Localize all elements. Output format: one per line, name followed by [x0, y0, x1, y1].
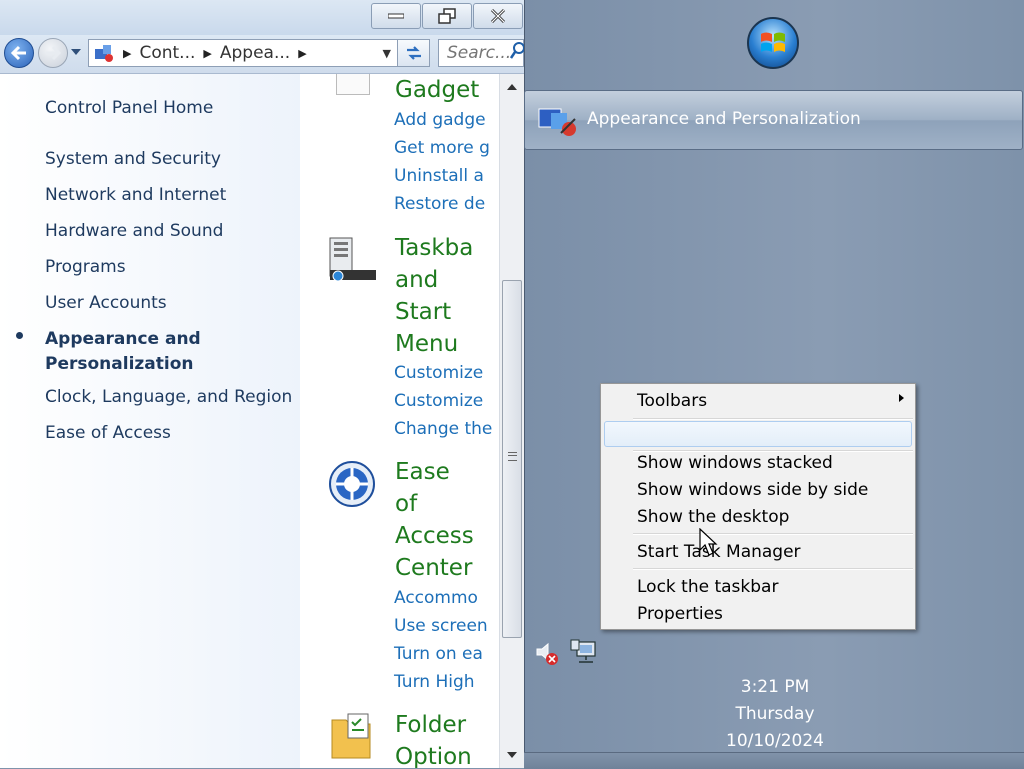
ease-title-line3: Access: [395, 523, 474, 549]
clock-time: 3:21 PM: [740, 677, 810, 697]
category-title-taskbar[interactable]: Taskba and Start Menu: [395, 232, 473, 360]
sidebar-item-system-security[interactable]: System and Security: [45, 147, 221, 172]
menu-item-highlighted[interactable]: [604, 421, 912, 447]
breadcrumb-separator-icon: ▶: [203, 46, 212, 60]
ease-title-line1: Ease: [395, 459, 450, 485]
close-button[interactable]: [473, 3, 523, 29]
appearance-personalization-icon: [538, 108, 576, 136]
link-turn-high-contrast[interactable]: Turn High: [394, 670, 475, 694]
taskbar-title-line1: Taskba: [395, 235, 474, 261]
title-bar: [0, 0, 524, 35]
category-title-folder-options[interactable]: Folder Option: [395, 709, 472, 768]
taskbar-start-menu-icon[interactable]: [328, 236, 378, 284]
menu-item-show-stacked[interactable]: Show windows stacked: [637, 451, 833, 475]
scroll-down-icon[interactable]: [507, 752, 517, 758]
windows-logo-icon: [761, 32, 785, 52]
scroll-up-icon[interactable]: [507, 84, 517, 90]
link-change-picture[interactable]: Change the: [394, 417, 492, 441]
link-use-screen-reader[interactable]: Use screen: [394, 614, 488, 638]
address-bar[interactable]: ▶ Cont... ▶ Appea... ▶ ▼: [88, 39, 398, 67]
link-customize-taskbar-icons[interactable]: Customize: [394, 389, 483, 413]
menu-item-side-by-side[interactable]: Show windows side by side: [637, 478, 868, 502]
sidebar-item-ease-of-access[interactable]: Ease of Access: [45, 421, 171, 446]
category-title-gadgets[interactable]: Gadget: [395, 74, 479, 106]
folder-title-line1: Folder: [395, 712, 467, 738]
breadcrumb-appearance[interactable]: Appea...: [220, 43, 290, 63]
sidebar-item-network-internet[interactable]: Network and Internet: [45, 183, 226, 208]
back-arrow-icon: [10, 45, 26, 61]
menu-separator: [633, 533, 913, 535]
refresh-button[interactable]: [398, 39, 430, 67]
refresh-icon: [406, 46, 421, 60]
grip-icon: [508, 452, 517, 461]
sidebar-item-programs[interactable]: Programs: [45, 255, 126, 280]
minimize-button[interactable]: [371, 3, 421, 29]
forward-arrow-icon: [46, 45, 62, 61]
link-get-more-gadgets[interactable]: Get more g: [394, 136, 490, 160]
taskbar-title-line4: Menu: [395, 331, 459, 357]
folder-options-icon[interactable]: [328, 710, 374, 760]
network-icon[interactable]: [569, 638, 597, 666]
menu-item-toolbars[interactable]: Toolbars: [637, 389, 707, 413]
breadcrumb-separator-icon: ▶: [123, 46, 132, 60]
taskbar-title-line3: Start: [395, 299, 452, 325]
submenu-arrow-icon: [899, 394, 904, 402]
control-panel-window: ▶ Cont... ▶ Appea... ▶ ▼ Control Panel H…: [0, 0, 524, 768]
back-button[interactable]: [4, 38, 34, 68]
sidebar-item-appearance[interactable]: Appearance and Personalization: [45, 327, 201, 377]
grip-line: [508, 455, 517, 456]
link-restore-gadgets[interactable]: Restore de: [394, 192, 485, 216]
link-add-gadgets[interactable]: Add gadge: [394, 108, 486, 132]
link-accommodate[interactable]: Accommo: [394, 586, 478, 610]
restore-button[interactable]: [422, 3, 472, 29]
sidebar-item-hardware-sound[interactable]: Hardware and Sound: [45, 219, 223, 244]
volume-muted-icon[interactable]: [534, 640, 560, 666]
menu-item-show-desktop[interactable]: Show the desktop: [637, 505, 789, 529]
clock-day: Thursday: [735, 704, 815, 724]
link-turn-on-easy-access[interactable]: Turn on ea: [394, 642, 483, 666]
control-panel-icon: [95, 45, 113, 62]
taskbar-window-label: Appearance and Personalization: [587, 109, 861, 129]
main-content: Gadget Add gadge Get more g Uninstall a …: [300, 74, 499, 768]
menu-separator: [633, 568, 913, 570]
menu-item-properties[interactable]: Properties: [637, 602, 723, 626]
search-icon[interactable]: [510, 41, 524, 61]
category-title-ease-of-access[interactable]: Ease of Access Center: [395, 456, 474, 584]
breadcrumb-separator-icon: ▶: [298, 46, 307, 60]
gadgets-icon: [336, 74, 370, 95]
link-uninstall-gadget[interactable]: Uninstall a: [394, 164, 484, 188]
taskbar-title-line2: and: [395, 267, 439, 293]
taskbar-window-button[interactable]: Appearance and Personalization: [524, 90, 1023, 150]
recent-pages-dropdown[interactable]: [71, 49, 81, 55]
forward-button[interactable]: [38, 38, 68, 68]
sidebar-item-clock-language-region[interactable]: Clock, Language, and Region: [45, 385, 292, 410]
link-customize-start-menu[interactable]: Customize: [394, 361, 483, 385]
sidebar-item-user-accounts[interactable]: User Accounts: [45, 291, 167, 316]
ease-title-line2: of: [395, 491, 418, 517]
tray-clock[interactable]: 3:21 PM Thursday 10/10/2024: [700, 674, 850, 755]
show-desktop-strip[interactable]: [524, 752, 1024, 769]
minimize-icon: [388, 13, 404, 19]
ease-title-line4: Center: [395, 555, 473, 581]
ease-of-access-icon[interactable]: [328, 460, 376, 508]
vertical-scrollbar[interactable]: [499, 74, 524, 768]
menu-separator: [633, 418, 913, 420]
active-bullet-icon: [16, 332, 23, 339]
address-dropdown-icon[interactable]: ▼: [383, 47, 391, 60]
mouse-cursor-icon: [699, 528, 718, 556]
sidebar-item-appearance-line2: Personalization: [45, 354, 194, 374]
taskbar-context-menu: Toolbars Show windows stacked Show windo…: [600, 383, 916, 630]
start-button[interactable]: [747, 17, 799, 69]
clock-date: 10/10/2024: [726, 731, 824, 751]
folder-title-line2: Option: [395, 744, 472, 768]
sidebar-item-appearance-line1: Appearance and: [45, 329, 201, 349]
scroll-thumb[interactable]: [502, 280, 522, 638]
restore-icon: [438, 8, 456, 24]
close-icon: [490, 8, 506, 24]
sidebar: Control Panel Home System and Security N…: [0, 74, 300, 768]
breadcrumb-control-panel[interactable]: Cont...: [139, 43, 195, 63]
menu-item-lock-taskbar[interactable]: Lock the taskbar: [637, 575, 778, 599]
control-panel-home-link[interactable]: Control Panel Home: [45, 96, 213, 121]
